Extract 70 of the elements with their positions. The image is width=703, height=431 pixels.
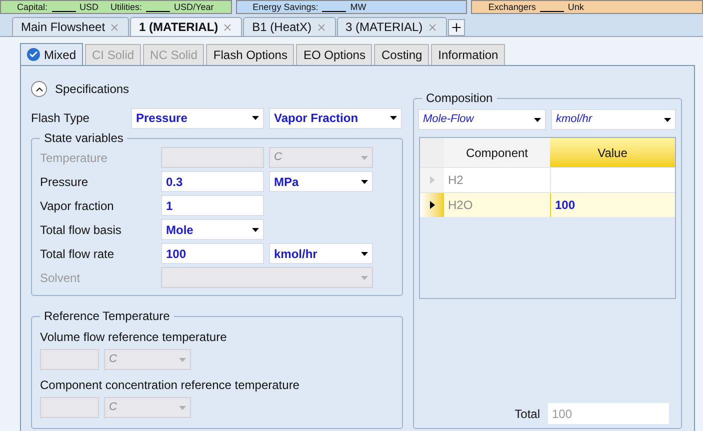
field-label: Flash Type xyxy=(31,110,90,127)
document-tab[interactable]: 3 (MATERIAL) xyxy=(336,17,447,36)
form-tab[interactable]: Information xyxy=(431,44,506,65)
form-tab[interactable]: Mixed xyxy=(20,43,84,65)
field-label: Pressure xyxy=(40,174,90,190)
collapse-toggle[interactable] xyxy=(31,81,47,97)
dropdown[interactable]: Mole-Flow xyxy=(418,109,546,130)
close-icon[interactable] xyxy=(426,22,438,32)
dropdown-caret-icon xyxy=(361,180,368,184)
dropdown[interactable]: Pressure xyxy=(131,108,264,128)
field-label: Total flow rate xyxy=(40,246,116,262)
dropdown[interactable] xyxy=(161,267,373,288)
dropdown[interactable]: Vapor Fraction xyxy=(269,108,402,128)
field-label: Solvent xyxy=(40,270,82,286)
field-label: Volume flow reference temperature xyxy=(40,329,228,346)
summary-label: Energy Savings: xyxy=(252,1,318,13)
field-label: Vapor fraction xyxy=(40,198,115,214)
summary-unit: MW xyxy=(350,1,366,13)
document-tab[interactable]: B1 (HeatX) xyxy=(243,17,336,36)
grid-row[interactable]: H2 xyxy=(420,167,675,192)
dropdown-caret-icon xyxy=(252,116,259,120)
dropdown-caret-icon xyxy=(390,116,397,120)
document-tab[interactable]: 1 (MATERIAL) xyxy=(130,17,242,36)
grid-row[interactable]: H2O 100 xyxy=(420,192,675,217)
form-tab[interactable]: Costing xyxy=(374,44,430,65)
field-label: Component concentration reference temperature xyxy=(40,377,300,394)
dropdown-caret-icon xyxy=(361,276,368,280)
dropdown-caret-icon xyxy=(361,156,368,160)
grid-corner xyxy=(420,138,444,167)
group-title: Composition xyxy=(422,90,497,106)
dropdown-caret-icon xyxy=(361,252,368,256)
column-header: Value xyxy=(550,138,675,167)
add-tab-button[interactable] xyxy=(448,19,465,36)
input-field[interactable]: 100 xyxy=(161,243,264,264)
total-field: 100 xyxy=(548,403,669,424)
row-pointer-icon xyxy=(430,176,434,184)
field-label: Total flow basis xyxy=(40,222,122,238)
total-label: Total xyxy=(514,406,540,422)
input-field[interactable]: 1 xyxy=(161,195,264,216)
dropdown-caret-icon xyxy=(252,228,259,232)
dropdown-caret-icon xyxy=(179,406,186,410)
field-label: Temperature xyxy=(40,150,108,166)
dropdown[interactable]: Mole xyxy=(161,219,264,240)
summary-unit: USD xyxy=(80,1,99,13)
close-icon[interactable] xyxy=(109,22,120,32)
table-cell[interactable]: 100 xyxy=(550,193,675,217)
close-icon[interactable] xyxy=(222,22,234,32)
table-cell-text: H2O xyxy=(447,197,474,214)
summary-unit: USD/Year xyxy=(174,1,214,13)
dropdown[interactable]: kmol/hr xyxy=(551,109,676,130)
input-field[interactable]: 0.3 xyxy=(161,171,264,192)
document-tab[interactable]: Main Flowsheet xyxy=(12,17,130,36)
dropdown-caret-icon xyxy=(534,118,541,122)
dropdown-caret-icon xyxy=(664,118,671,122)
table-cell-text: H2 xyxy=(447,172,464,189)
summary-label: Exchangers xyxy=(488,1,536,13)
close-icon[interactable] xyxy=(316,22,327,32)
group-title: Reference Temperature xyxy=(40,308,174,324)
summary-unit: Unk xyxy=(568,1,584,13)
summary-label: Capital: xyxy=(17,1,48,13)
unit-dropdown[interactable]: kmol/hr xyxy=(269,243,373,264)
summary-label: Utilities: xyxy=(110,1,142,13)
column-header: Component xyxy=(444,138,550,167)
dropdown-caret-icon xyxy=(179,358,186,362)
form-tab[interactable]: Flash Options xyxy=(206,44,294,65)
unit-dropdown[interactable]: MPa xyxy=(269,171,373,192)
row-pointer-icon xyxy=(430,201,434,209)
plus-icon xyxy=(450,21,463,34)
section-title: Specifications xyxy=(55,81,130,98)
form-tab[interactable]: EO Options xyxy=(296,44,372,65)
